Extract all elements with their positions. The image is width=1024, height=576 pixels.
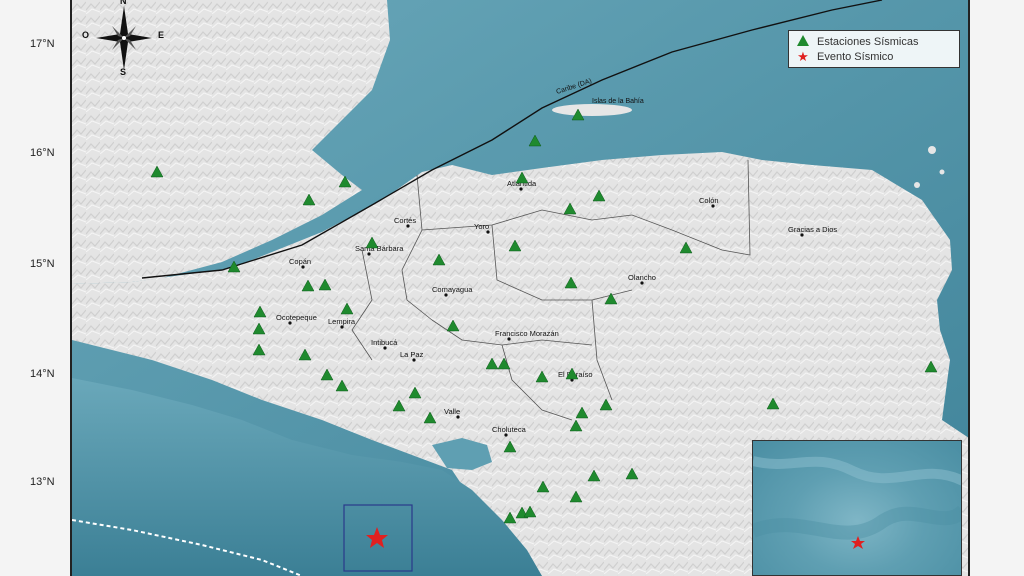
islands-label: Islas de la Bahía [592, 98, 644, 105]
inset-canvas [753, 456, 961, 549]
city-label: La Paz [400, 350, 424, 359]
latitude-label-13: 13°N [30, 476, 55, 488]
latitude-label-15: 15°N [30, 258, 55, 270]
cay [928, 146, 936, 154]
event-inset-map[interactable] [752, 440, 962, 576]
city-label: Santa Bárbara [355, 244, 404, 253]
legend-row-event: ★ Evento Sísmico [795, 49, 953, 64]
city-label: Cortés [394, 216, 416, 225]
cay [914, 182, 920, 188]
city-label: Francisco Morazán [495, 329, 559, 338]
compass-south: S [120, 67, 127, 77]
city-label: Ocotepeque [276, 313, 317, 322]
compass-east: E [158, 30, 165, 40]
legend-stations-label: Estaciones Sísmicas [817, 35, 919, 48]
city-label: Gracias a Dios [788, 225, 837, 234]
latitude-label-16: 16°N [30, 147, 55, 159]
compass-west: O [82, 30, 90, 40]
station-triangle-icon [795, 34, 811, 49]
city-label: Intibucá [371, 338, 398, 347]
city-label: Valle [444, 407, 460, 416]
event-star-icon: ★ [797, 49, 809, 64]
bay-islands [552, 104, 632, 116]
latitude-label-17: 17°N [30, 38, 55, 50]
map-legend: Estaciones Sísmicas ★ Evento Sísmico [788, 30, 960, 68]
city-label: Olancho [628, 273, 656, 282]
city-label: Choluteca [492, 425, 527, 434]
cay [939, 169, 945, 175]
legend-row-stations: Estaciones Sísmicas [795, 34, 953, 49]
city-label: Comayagua [432, 285, 473, 294]
city-label: Lempira [328, 317, 356, 326]
city-label: Yoro [474, 222, 489, 231]
compass-rose: N O E S [82, 0, 165, 80]
city-label: Colón [699, 196, 719, 205]
city-label: Copán [289, 257, 311, 266]
latitude-label-14: 14°N [30, 368, 55, 380]
compass-north: N [120, 0, 127, 6]
legend-event-label: Evento Sísmico [817, 50, 894, 63]
